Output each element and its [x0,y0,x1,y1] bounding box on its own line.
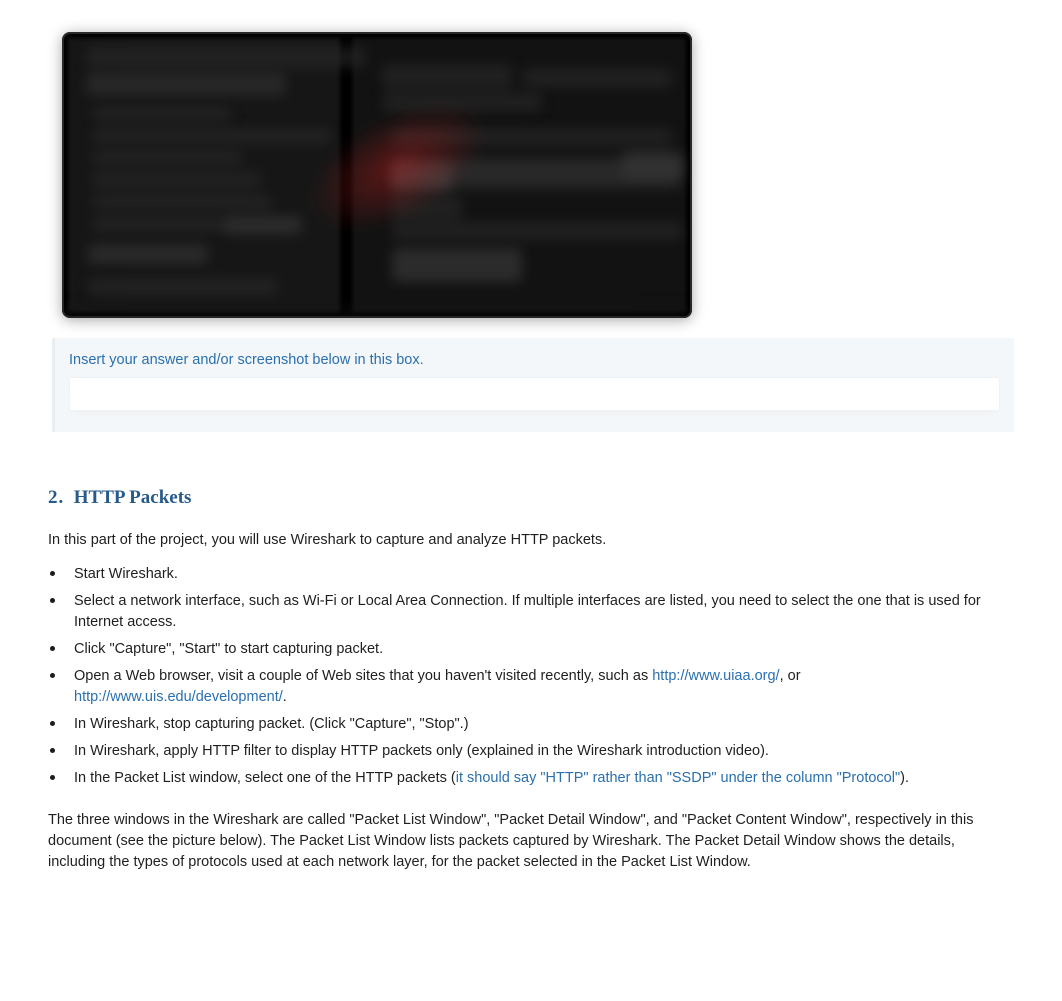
explanatory-paragraph: The three windows in the Wireshark are c… [48,810,1014,873]
list-item-text: Open a Web browser, visit a couple of We… [74,668,652,684]
protocol-note: it should say "HTTP" rather than "SSDP" … [456,770,900,786]
section-heading: 2. HTTP Packets [48,484,1014,512]
answer-input[interactable] [69,377,1000,411]
list-item: In Wireshark, apply HTTP filter to displ… [48,738,1014,765]
list-item-text: In the Packet List window, select one of… [74,770,456,786]
list-item: Open a Web browser, visit a couple of We… [48,663,1014,711]
list-item-text: Select a network interface, such as Wi-F… [74,593,981,630]
list-item: In Wireshark, stop capturing packet. (Cl… [48,711,1014,738]
intro-paragraph: In this part of the project, you will us… [48,530,1014,551]
link-uis-development[interactable]: http://www.uis.edu/development/ [74,689,283,705]
blurred-terminal-image [62,32,692,318]
answer-box-hint: Insert your answer and/or screenshot bel… [69,350,1000,371]
list-item: Click "Capture", "Start" to start captur… [48,636,1014,663]
list-item: Start Wireshark. [48,561,1014,588]
section-title: HTTP Packets [74,487,192,508]
list-item-text: . [283,689,287,705]
list-item-text: ). [900,770,909,786]
list-item-text: Click "Capture", "Start" to start captur… [74,641,383,657]
list-item-text: Start Wireshark. [74,566,178,582]
answer-box: Insert your answer and/or screenshot bel… [52,338,1014,432]
list-item-text: , or [780,668,801,684]
link-uiaa[interactable]: http://www.uiaa.org/ [652,668,779,684]
list-item: In the Packet List window, select one of… [48,765,1014,792]
list-item-text: In Wireshark, apply HTTP filter to displ… [74,743,769,759]
screenshot-figure [48,0,1014,318]
instruction-list: Start Wireshark. Select a network interf… [48,561,1014,792]
list-item-text: In Wireshark, stop capturing packet. (Cl… [74,716,469,732]
list-item: Select a network interface, such as Wi-F… [48,588,1014,636]
section-number: 2. [48,487,64,508]
